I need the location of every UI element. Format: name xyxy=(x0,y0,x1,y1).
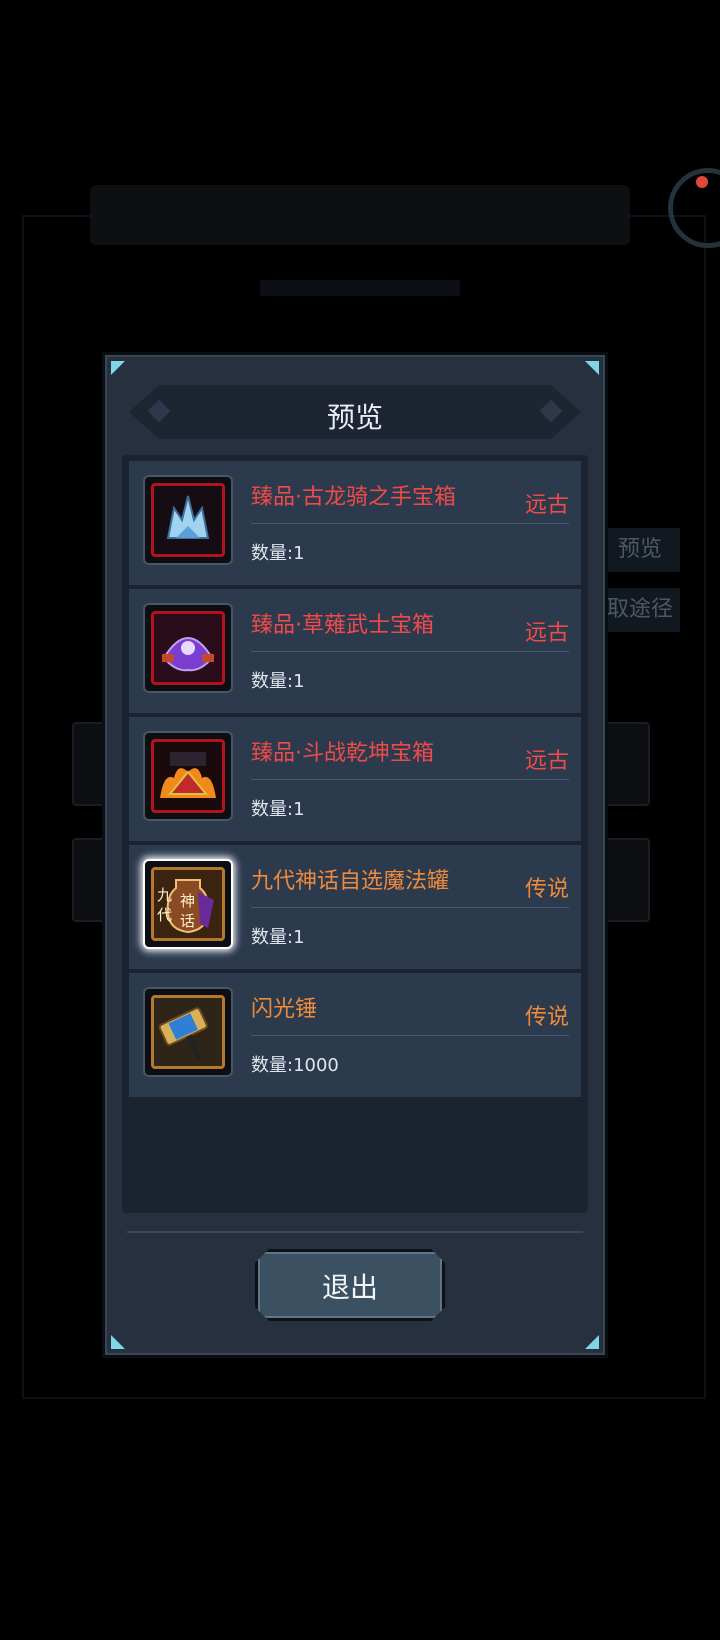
flash-hammer-icon xyxy=(151,995,225,1069)
battle-crown-chest-icon xyxy=(151,739,225,813)
item-divider xyxy=(251,523,569,524)
background-subtitle xyxy=(260,280,460,296)
item-name: 臻品·草薙武士宝箱 xyxy=(251,613,434,638)
jar-label-text: 话 xyxy=(180,912,195,930)
item-divider xyxy=(251,651,569,652)
item-name: 九代神话自选魔法罐 xyxy=(251,869,450,894)
dialog-title: 预览 xyxy=(326,401,383,434)
list-item[interactable]: 臻品·古龙骑之手宝箱 远古 数量:1 xyxy=(129,461,581,585)
item-rarity: 远古 xyxy=(524,493,569,518)
notification-dot-icon xyxy=(696,176,708,188)
list-item[interactable]: 闪光锤 传说 数量:1000 xyxy=(129,973,581,1097)
item-quantity: 数量:1 xyxy=(251,927,305,948)
item-quantity: 数量:1 xyxy=(251,671,305,692)
jar-label-text: 神 xyxy=(180,892,195,910)
magic-jar-icon: 九 代 神 话 xyxy=(151,867,225,941)
item-name: 臻品·斗战乾坤宝箱 xyxy=(251,741,434,766)
preview-dialog: 预览 臻品·古龙骑之手宝箱 远古 数量:1 臻品·草薙武士宝箱 远古 数量:1 … xyxy=(102,352,608,1358)
list-item[interactable]: 九 代 神 话 九代神话自选魔法罐 传说 数量:1 xyxy=(129,845,581,969)
item-icon-frame[interactable]: 九 代 神 话 xyxy=(143,859,233,949)
corner-ornament-icon xyxy=(111,361,125,375)
reward-list[interactable]: 臻品·古龙骑之手宝箱 远古 数量:1 臻品·草薙武士宝箱 远古 数量:1 臻品·… xyxy=(122,455,588,1213)
item-name: 臻品·古龙骑之手宝箱 xyxy=(251,485,456,510)
item-rarity: 传说 xyxy=(524,877,569,902)
jar-label-text: 九 xyxy=(157,886,172,904)
item-quantity: 数量:1 xyxy=(251,543,305,564)
item-rarity: 传说 xyxy=(524,1005,569,1030)
item-icon-frame[interactable] xyxy=(143,987,233,1077)
item-icon-frame[interactable] xyxy=(143,603,233,693)
item-icon-frame[interactable] xyxy=(143,475,233,565)
jar-label-text: 代 xyxy=(157,906,172,924)
item-rarity: 远古 xyxy=(524,621,569,646)
item-icon-frame[interactable] xyxy=(143,731,233,821)
footer-divider xyxy=(127,1231,583,1233)
background-banner xyxy=(90,185,630,245)
item-name: 闪光锤 xyxy=(251,997,318,1022)
list-item[interactable]: 臻品·斗战乾坤宝箱 远古 数量:1 xyxy=(129,717,581,841)
dialog-title-bar: 预览 xyxy=(129,385,581,439)
corner-ornament-icon xyxy=(111,1335,125,1349)
corner-ornament-icon xyxy=(585,1335,599,1349)
item-quantity: 数量:1 xyxy=(251,799,305,820)
exit-button[interactable]: 退出 xyxy=(255,1249,445,1321)
item-rarity: 远古 xyxy=(524,749,569,774)
item-divider xyxy=(251,1035,569,1036)
item-divider xyxy=(251,779,569,780)
samurai-helmet-chest-icon xyxy=(151,611,225,685)
list-item[interactable]: 臻品·草薙武士宝箱 远古 数量:1 xyxy=(129,589,581,713)
corner-ornament-icon xyxy=(585,361,599,375)
item-quantity: 数量:1000 xyxy=(251,1055,339,1076)
dragon-claw-chest-icon xyxy=(151,483,225,557)
background-preview-button: 预览 xyxy=(600,528,680,572)
background-source-button: 取途径 xyxy=(600,588,680,632)
item-divider xyxy=(251,907,569,908)
